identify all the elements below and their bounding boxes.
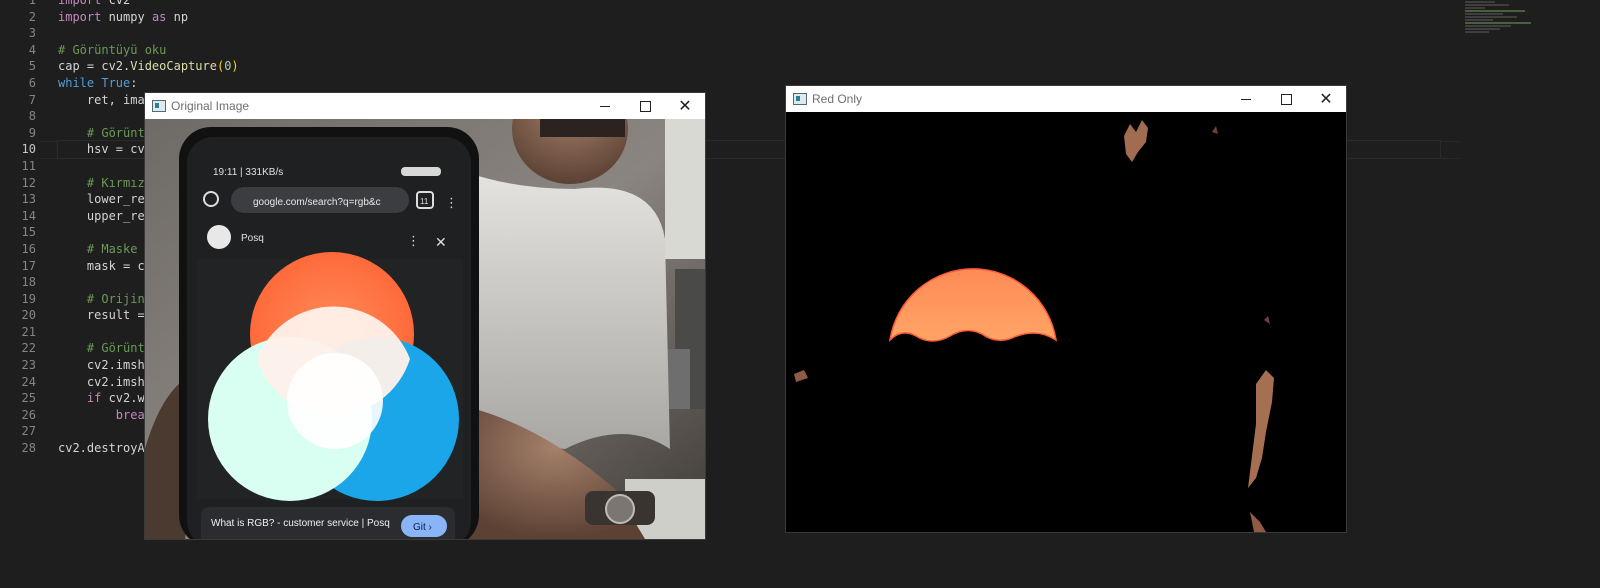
- line-number: 10: [21, 142, 36, 157]
- maximize-icon: [1280, 93, 1292, 105]
- close-icon: ✕: [678, 96, 692, 115]
- line-number: 5: [28, 59, 36, 74]
- line-number: 3: [28, 26, 36, 41]
- tab-count: 11: [420, 197, 429, 206]
- opencv-window-icon: [152, 100, 166, 112]
- minimize-icon: [1241, 98, 1251, 100]
- camera-frame: 19:11 | 331KB/s google.com/search?q=rgb&…: [145, 119, 705, 539]
- line-number: 11: [21, 158, 36, 173]
- line-number: 21: [21, 324, 36, 339]
- masked-frame: [786, 112, 1346, 532]
- account-name: Posq: [241, 233, 264, 244]
- phone-url-text: google.com/search?q=rgb&c: [253, 197, 381, 208]
- line-number: 25: [21, 391, 36, 406]
- phone-status-time: 19:11 | 331KB/s: [213, 167, 283, 178]
- menu-dots-icon[interactable]: ⋮: [445, 196, 458, 211]
- line-number: 12: [21, 175, 36, 190]
- code-line[interactable]: # Görüntüyü oku: [58, 42, 1440, 59]
- red-only-window[interactable]: Red Only ✕: [786, 86, 1346, 532]
- line-number: 15: [21, 225, 36, 240]
- line-number: 14: [21, 208, 36, 223]
- minimize-icon: [600, 105, 610, 107]
- line-number: 18: [21, 275, 36, 290]
- minimap[interactable]: [1465, 0, 1540, 45]
- line-number: 26: [21, 407, 36, 422]
- window-title: Original Image: [171, 99, 250, 113]
- line-number: 24: [21, 374, 36, 389]
- line-number: 13: [21, 192, 36, 207]
- webcam-image: 19:11 | 331KB/s google.com/search?q=rgb&…: [145, 119, 705, 539]
- line-number: 23: [21, 358, 36, 373]
- line-number: 22: [21, 341, 36, 356]
- maximize-button[interactable]: [625, 93, 665, 119]
- close-button[interactable]: ✕: [665, 93, 705, 119]
- line-number: 19: [21, 291, 36, 306]
- close-icon: ✕: [1319, 89, 1333, 108]
- line-number: 7: [28, 92, 36, 107]
- code-line[interactable]: cap = cv2.VideoCapture(0): [58, 58, 1440, 75]
- window-title: Red Only: [812, 92, 863, 106]
- original-image-window[interactable]: Original Image ✕ 19:11 | 331KB/s google.…: [145, 93, 705, 539]
- line-number-gutter: 1 2 3 4 5 6 7 8 9 10 11 12 13 14 15 16 17 18 19 20 21 22 23 24 2…: [0, 0, 40, 457]
- result-caption: What is RGB? - customer service | Posq: [211, 518, 390, 529]
- line-number: 9: [28, 125, 36, 140]
- line-number: 17: [21, 258, 36, 273]
- close-sheet-icon[interactable]: ✕: [435, 235, 447, 251]
- maximize-icon: [639, 100, 651, 112]
- line-number: 8: [28, 109, 36, 124]
- more-icon[interactable]: ⋮: [407, 234, 420, 249]
- line-number: 27: [21, 424, 36, 439]
- minimize-button[interactable]: [1226, 86, 1266, 112]
- original-image-titlebar[interactable]: Original Image ✕: [145, 93, 705, 119]
- line-number: 6: [28, 75, 36, 90]
- red-mask-image: [786, 112, 1346, 532]
- line-number: 28: [21, 441, 36, 456]
- line-number: 20: [21, 308, 36, 323]
- red-only-titlebar[interactable]: Red Only ✕: [786, 86, 1346, 112]
- line-number: 4: [28, 42, 36, 57]
- editor-scrollbar[interactable]: [1588, 0, 1600, 588]
- opencv-window-icon: [793, 93, 807, 105]
- go-button-label: Git ›: [413, 522, 432, 533]
- code-line[interactable]: import numpy as np: [58, 9, 1440, 26]
- account-avatar[interactable]: [207, 225, 231, 249]
- line-number: 2: [28, 9, 36, 24]
- line-number: 16: [21, 241, 36, 256]
- close-button[interactable]: ✕: [1306, 86, 1346, 112]
- minimize-button[interactable]: [585, 93, 625, 119]
- code-line[interactable]: [58, 25, 1440, 42]
- code-line[interactable]: import cv2: [58, 0, 1440, 9]
- maximize-button[interactable]: [1266, 86, 1306, 112]
- line-number: 1: [28, 0, 36, 7]
